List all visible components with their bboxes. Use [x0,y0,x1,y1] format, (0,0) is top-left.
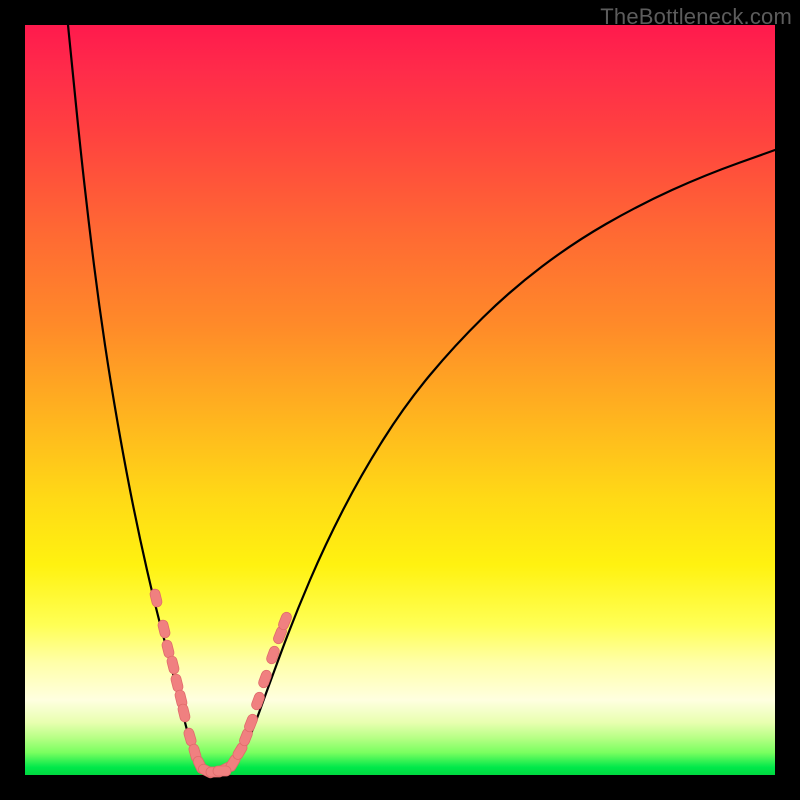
data-marker [213,766,231,776]
chart-frame: TheBottleneck.com [0,0,800,800]
curve-overlay-svg [25,25,775,775]
data-marker [243,713,259,733]
data-marker [166,655,180,675]
marker-layer [149,588,293,779]
data-marker [149,588,163,608]
data-marker [177,703,191,723]
data-marker [257,669,273,689]
data-marker [170,673,184,693]
watermark-text: TheBottleneck.com [600,4,792,30]
data-marker [157,619,171,639]
plot-area [25,25,775,775]
data-marker [250,691,266,711]
